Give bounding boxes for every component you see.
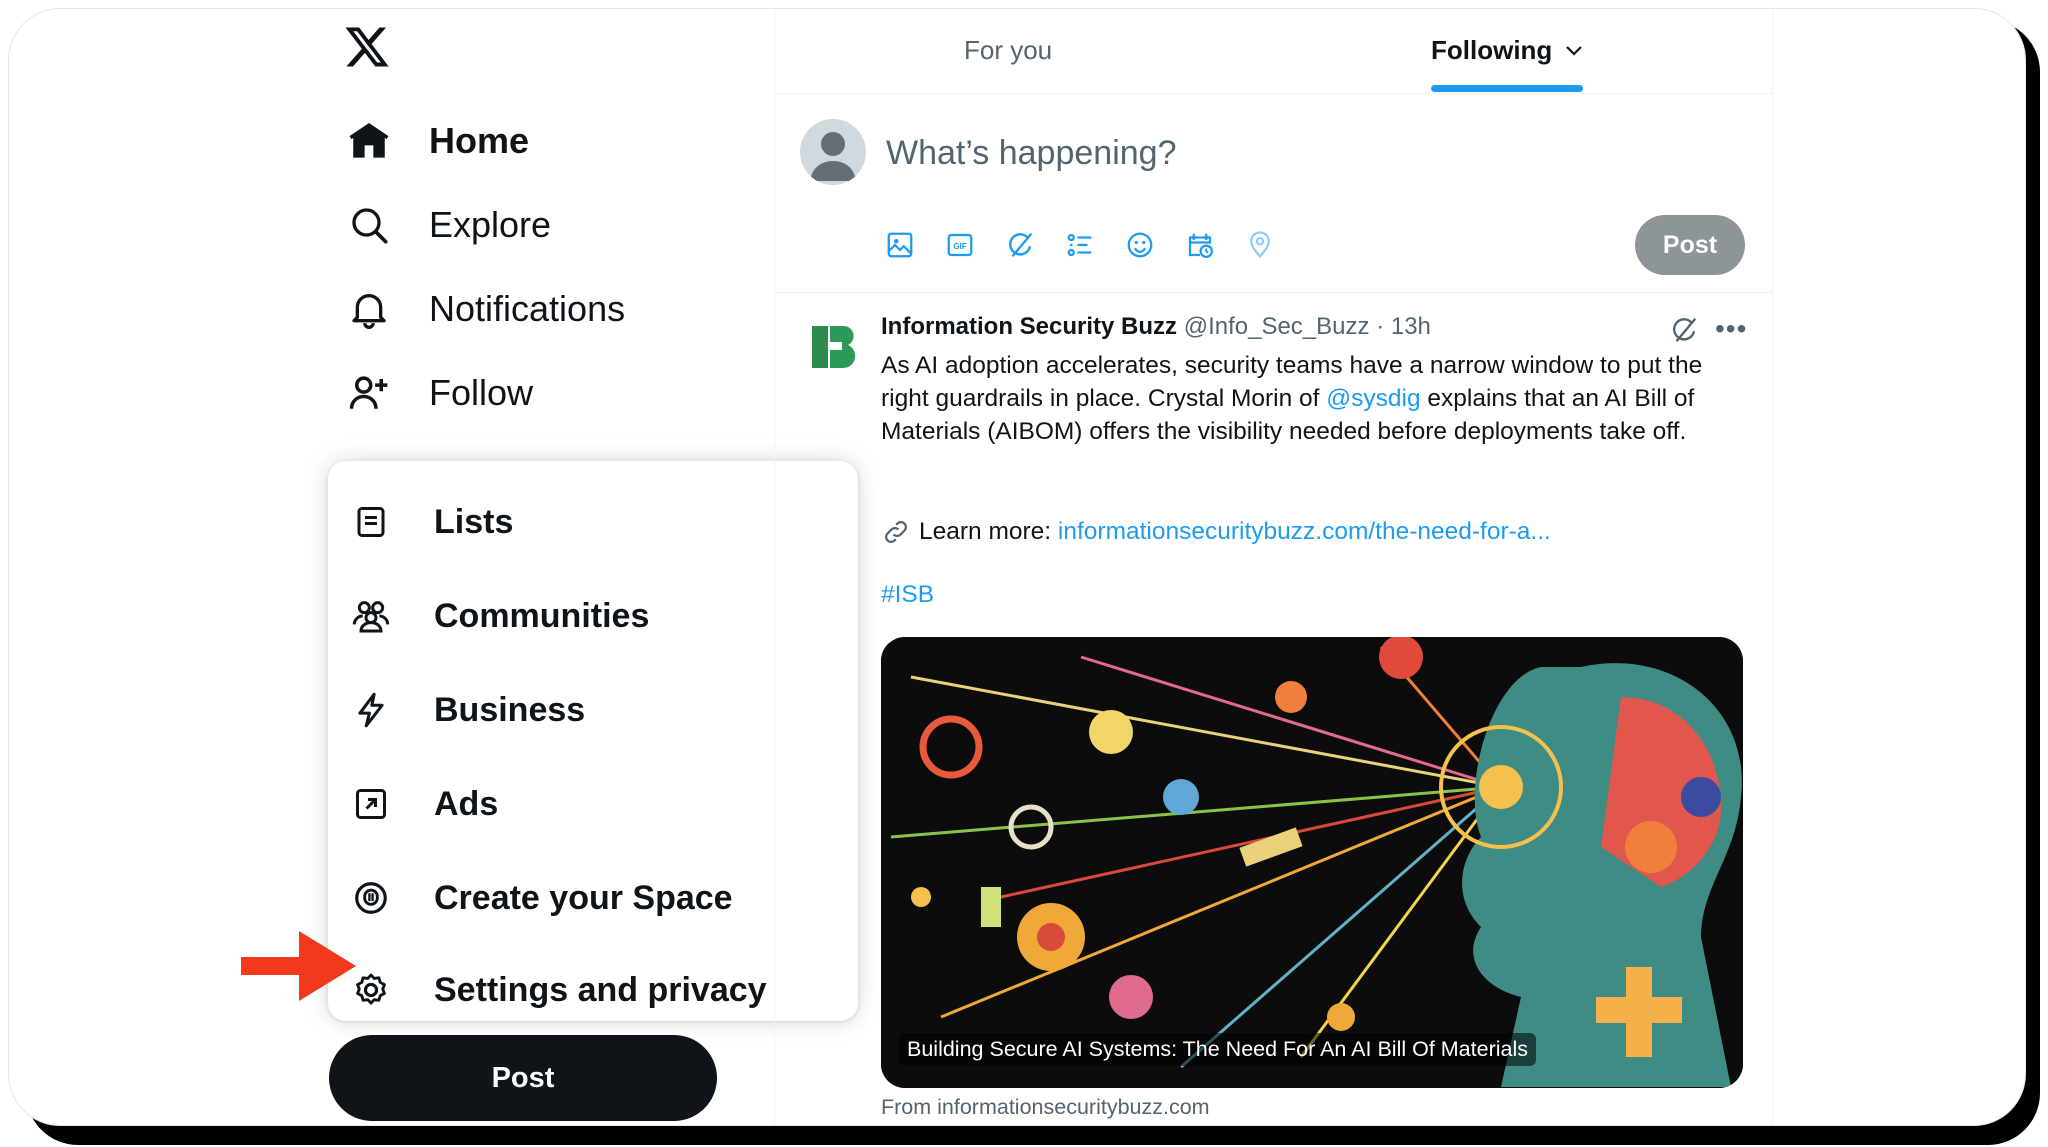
link-icon [881,517,911,547]
tab-label: Following [1431,34,1553,65]
tweet-handle[interactable]: @Info_Sec_Buzz [1184,313,1370,340]
annotation-arrow-icon [241,931,356,1006]
menu-item-ads[interactable]: Ads [346,769,498,839]
tab-following[interactable]: Following [1431,9,1586,91]
nav-label: Home [429,120,530,161]
poll-icon[interactable] [1062,227,1098,263]
post-button[interactable]: Post [329,1035,717,1121]
card-caption: Building Secure AI Systems: The Need For… [899,1033,1536,1066]
learn-more-link[interactable]: informationsecuritybuzz.com/the-need-for… [1058,518,1551,546]
chevron-down-icon [1562,38,1586,62]
search-icon [343,199,395,251]
menu-item-business[interactable]: Business [346,675,585,745]
link-card[interactable]: Building Secure AI Systems: The Need For… [881,637,1743,1088]
menu-label: Ads [434,784,499,823]
nav-item-home[interactable]: Home [343,109,529,173]
active-tab-indicator [1431,85,1583,92]
more-options-icon[interactable]: ••• [1715,313,1747,345]
menu-label: Business [434,690,586,729]
location-icon[interactable] [1242,227,1278,263]
menu-item-communities[interactable]: Communities [346,581,649,651]
tweet-text: As AI adoption accelerates, security tea… [881,349,1751,448]
learn-more-line: Learn more: informationsecuritybuzz.com/… [881,517,1551,547]
menu-label: Settings and privacy [434,970,767,1009]
gif-icon[interactable]: GIF [942,227,978,263]
more-menu: Lists Communities Business Ads Create yo… [328,461,858,1021]
x-logo-icon[interactable] [343,23,399,79]
grok-icon[interactable] [1002,227,1038,263]
ads-icon [346,779,396,829]
column-divider [774,9,775,1125]
grok-icon[interactable] [1669,315,1699,350]
tweet-mention-link[interactable]: @sysdig [1326,385,1420,412]
home-icon [343,115,395,167]
menu-item-create-space[interactable]: Create your Space [346,863,733,933]
nav-label: Explore [429,204,552,245]
avatar[interactable] [800,119,866,185]
hashtag-link[interactable]: #ISB [881,581,934,609]
tab-for-you[interactable]: For you [964,9,1052,91]
card-image [881,637,1743,1088]
nav-item-follow[interactable]: Follow [343,361,533,425]
list-icon [346,497,396,547]
menu-label: Communities [434,596,650,635]
communities-icon [346,591,396,641]
nav-item-explore[interactable]: Explore [343,193,551,257]
card-source[interactable]: From informationsecuritybuzz.com [881,1095,1210,1120]
bell-icon [343,283,395,335]
nav-label: Notifications [429,288,626,329]
emoji-icon[interactable] [1122,227,1158,263]
app-window: Home Explore Notifications Follow Lists [8,8,2026,1126]
schedule-icon[interactable] [1182,227,1218,263]
compose-input[interactable] [884,127,1488,179]
compose-post-button[interactable]: Post [1635,215,1745,275]
tweet-separator: · [1376,313,1385,340]
tweet-time[interactable]: 13h [1391,313,1431,340]
tweet-author-name[interactable]: Information Security Buzz [881,313,1177,340]
tweet-header: Information Security Buzz @Info_Sec_Buzz… [881,313,1431,341]
menu-label: Lists [434,502,514,541]
person-add-icon [343,367,395,419]
nav-item-notifications[interactable]: Notifications [343,277,625,341]
column-divider [1772,9,1773,1125]
learn-more-label: Learn more: [919,518,1052,545]
menu-label: Create your Space [434,878,733,917]
spaces-icon [346,873,396,923]
menu-item-settings-privacy[interactable]: Settings and privacy [346,955,767,1025]
nav-label: Follow [429,372,534,413]
image-icon[interactable] [882,227,918,263]
svg-text:GIF: GIF [953,242,967,251]
divider [775,292,1772,293]
tweet-author-avatar[interactable] [810,322,858,372]
menu-item-lists[interactable]: Lists [346,487,513,557]
lightning-icon [346,685,396,735]
divider [775,93,1772,94]
